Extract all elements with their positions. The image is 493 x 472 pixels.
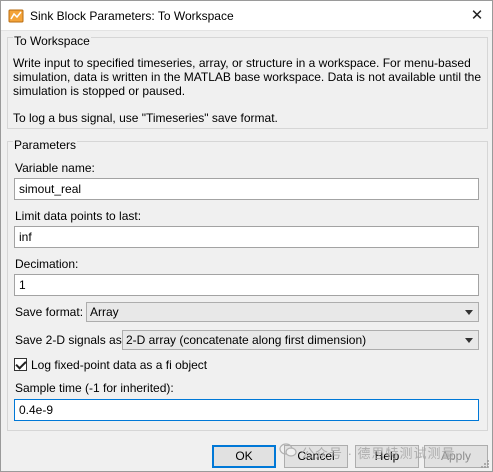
save-2d-signals-value: 2-D array (concatenate along first dimen… bbox=[126, 333, 367, 347]
chevron-down-icon bbox=[465, 310, 473, 315]
variable-name-label: Variable name: bbox=[15, 161, 95, 175]
decimation-field[interactable]: 1 bbox=[14, 274, 479, 296]
block-name: To Workspace bbox=[13, 34, 91, 48]
block-description-line-1: Write input to specified timeseries, arr… bbox=[13, 56, 471, 70]
bus-signal-note: To log a bus signal, use "Timeseries" sa… bbox=[13, 111, 278, 125]
log-fixed-point-label[interactable]: Log fixed-point data as a fi object bbox=[31, 358, 207, 372]
log-fixed-point-checkbox[interactable] bbox=[14, 358, 27, 371]
save-format-value: Array bbox=[90, 305, 119, 319]
save-2d-signals-label: Save 2-D signals as: bbox=[15, 333, 126, 347]
limit-data-points-field[interactable]: inf bbox=[14, 226, 479, 248]
sample-time-label: Sample time (-1 for inherited): bbox=[15, 381, 174, 395]
close-icon[interactable]: ✕ bbox=[466, 5, 488, 27]
sample-time-field[interactable]: 0.4e-9 bbox=[14, 399, 479, 421]
title-bar[interactable]: Sink Block Parameters: To Workspace ✕ bbox=[1, 1, 492, 31]
resize-grip-icon[interactable] bbox=[480, 459, 490, 469]
parameters-heading: Parameters bbox=[13, 138, 78, 152]
block-description-line-3: simulation is stopped or paused. bbox=[13, 84, 186, 98]
decimation-label: Decimation: bbox=[15, 257, 79, 271]
watermark-text: 公众号 · 德思特测试测量 bbox=[301, 446, 456, 461]
simulink-block-icon bbox=[8, 9, 24, 23]
variable-name-field[interactable]: simout_real bbox=[14, 178, 479, 200]
save-format-label: Save format: bbox=[15, 305, 84, 319]
dialog-window: Sink Block Parameters: To Workspace ✕ To… bbox=[0, 0, 493, 472]
save-2d-signals-select[interactable]: 2-D array (concatenate along first dimen… bbox=[122, 330, 479, 350]
save-format-select[interactable]: Array bbox=[86, 302, 479, 322]
chevron-down-icon bbox=[465, 338, 473, 343]
limit-data-points-label: Limit data points to last: bbox=[15, 209, 142, 223]
wechat-icon bbox=[279, 443, 297, 457]
window-title: Sink Block Parameters: To Workspace bbox=[30, 9, 234, 23]
block-description-line-2: simulation, data is written in the MATLA… bbox=[13, 70, 482, 84]
ok-button[interactable]: OK bbox=[212, 445, 276, 468]
